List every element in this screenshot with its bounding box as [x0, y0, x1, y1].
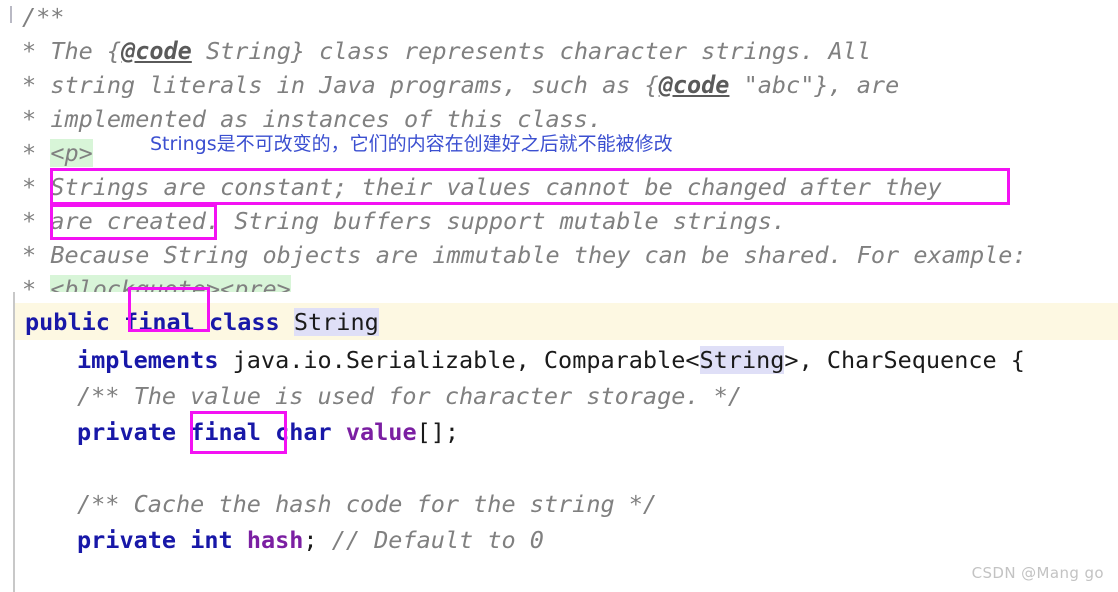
javadoc-star: * [22, 241, 37, 269]
type-arg-string: String [699, 346, 785, 374]
comment-value-field: /** The value is used for character stor… [77, 382, 742, 410]
javadoc-line-6-boxed-text: are created. [50, 207, 221, 235]
javadoc-line-open: /** [0, 0, 1118, 34]
javadoc-line-2: * string literals in Java programs, such… [0, 68, 1118, 102]
code-taglet-1: @code [121, 37, 192, 65]
javadoc-line-6-rest: String buffers support mutable strings. [220, 207, 787, 235]
comment-hash-field: /** Cache the hash code for the string *… [77, 490, 658, 518]
code-line-value-field-declaration[interactable]: private final char value[]; [25, 413, 459, 451]
watermark-text: CSDN @Mang go [971, 564, 1104, 582]
code-line-value-field-comment[interactable]: /** The value is used for character stor… [25, 377, 742, 415]
html-tag-blockquote-pre: <blockquote><pre> [50, 275, 291, 292]
javadoc-line-5: * Strings are constant; their values can… [0, 170, 1118, 204]
kw-class: class [208, 308, 280, 336]
javadoc-line-8: * <blockquote><pre> [0, 272, 1118, 292]
javadoc-line-7: * Because String objects are immutable t… [0, 238, 1118, 272]
javadoc-star: * [22, 105, 37, 133]
javadoc-star: * [22, 207, 37, 235]
javadoc-open-token: /** [22, 3, 65, 31]
type-name-string: String [293, 308, 379, 336]
javadoc-star: * [22, 173, 37, 201]
chinese-annotation-note: Strings是不可改变的，它们的内容在创建好之后就不能被修改 [150, 133, 673, 155]
source-code-panel[interactable]: public final class String implements jav… [0, 292, 1118, 592]
field-name-hash: hash [246, 526, 304, 554]
comment-default-to-zero: // Default to 0 [331, 526, 544, 554]
kw-char: char [275, 418, 332, 446]
code-taglet-2: @code [658, 71, 730, 99]
javadoc-star: * [22, 71, 37, 99]
javadoc-line-6: * are created. String buffers support mu… [0, 204, 1118, 238]
kw-public: public [25, 308, 110, 336]
javadoc-line-1: * The {@code String} class represents ch… [0, 34, 1118, 68]
kw-implements: implements [77, 346, 219, 374]
javadoc-line-1-seg-b: String} class represents character strin… [191, 37, 871, 65]
code-line-class-declaration[interactable]: public final class String [25, 303, 379, 341]
field-name-value: value [345, 418, 417, 446]
javadoc-line-2-seg-b: "abc"}, are [729, 71, 900, 99]
kw-int: int [190, 526, 233, 554]
kw-private-hash: private [77, 526, 177, 554]
javadoc-star: * [22, 275, 37, 292]
javadoc-line-5-text: Strings are constant; their values canno… [50, 173, 942, 201]
javadoc-star: * [22, 37, 37, 65]
javadoc-line-2-seg-a: string literals in Java programs, such a… [50, 71, 645, 99]
brace-open-1: { [106, 37, 122, 65]
code-line-implements-clause[interactable]: implements java.io.Serializable, Compara… [25, 341, 1025, 379]
javadoc-star: * [22, 139, 37, 167]
code-line-hash-field-declaration[interactable]: private int hash; // Default to 0 [25, 521, 544, 559]
implements-list-part-a: java.io.Serializable, Comparable< [218, 346, 700, 374]
kw-final-class: final [124, 308, 195, 336]
code-line-hash-field-comment[interactable]: /** Cache the hash code for the string *… [25, 485, 657, 523]
brace-open-2: { [644, 71, 659, 99]
javadoc-line-1-seg-a: The [50, 37, 107, 65]
semicolon-hash: ; [303, 526, 332, 554]
html-tag-p: <p> [50, 139, 93, 167]
kw-final-value: final [190, 418, 261, 446]
implements-list-part-b: >, CharSequence { [784, 346, 1025, 374]
array-suffix-value: []; [416, 418, 460, 446]
javadoc-comment-panel[interactable]: /** * The {@code String} class represent… [0, 0, 1118, 292]
javadoc-line-7-text: Because String objects are immutable the… [50, 241, 1027, 269]
kw-private-value: private [77, 418, 177, 446]
